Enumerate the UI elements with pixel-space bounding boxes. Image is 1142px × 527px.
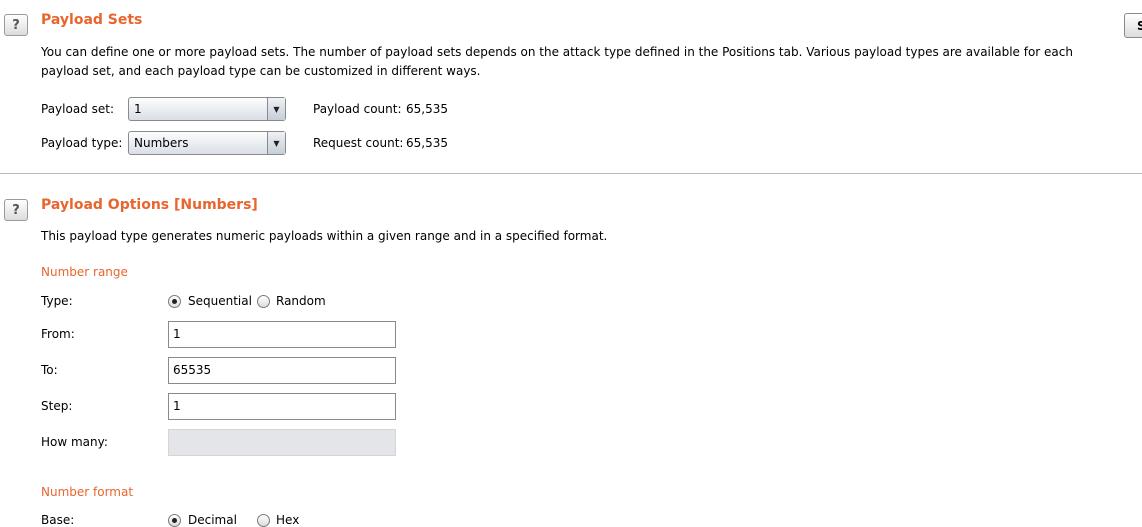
payload-set-select[interactable]: 1 ▼	[128, 97, 286, 121]
step-value: 1	[173, 399, 181, 413]
payload-type-value: Numbers	[134, 136, 189, 150]
step-label: Step:	[41, 399, 73, 413]
random-radio[interactable]	[257, 295, 270, 308]
payload-type-label: Payload type:	[41, 136, 123, 150]
chevron-down-icon: ▼	[267, 98, 285, 120]
to-value: 65535	[173, 363, 212, 377]
payload-set-value: 1	[134, 102, 142, 116]
from-value: 1	[173, 327, 181, 341]
payload-count-label: Payload count:	[313, 102, 402, 116]
payload-set-label: Payload set:	[41, 102, 114, 116]
payload-options-description: This payload type generates numeric payl…	[41, 229, 608, 243]
chevron-down-icon: ▼	[267, 132, 285, 154]
hex-radio-label[interactable]: Hex	[276, 513, 299, 527]
payload-options-help-button[interactable]: ?	[4, 199, 28, 221]
to-field[interactable]: 65535	[168, 357, 396, 384]
payload-options-title: Payload Options [Numbers]	[41, 197, 258, 213]
random-radio-label[interactable]: Random	[276, 294, 326, 308]
how-many-field	[168, 429, 396, 456]
number-format-heading: Number format	[41, 485, 134, 499]
payload-sets-title: Payload Sets	[41, 12, 143, 28]
payload-type-select[interactable]: Numbers ▼	[128, 131, 286, 155]
type-label: Type:	[41, 294, 73, 308]
from-label: From:	[41, 327, 75, 341]
payload-sets-description: You can define one or more payload sets.…	[41, 45, 1073, 78]
how-many-label: How many:	[41, 435, 108, 449]
request-count-value: 65,535	[406, 136, 448, 150]
number-range-heading: Number range	[41, 265, 128, 279]
from-field[interactable]: 1	[168, 321, 396, 348]
request-count-label: Request count:	[313, 136, 404, 150]
to-label: To:	[41, 363, 58, 377]
decimal-radio-label[interactable]: Decimal	[188, 513, 237, 527]
payload-count-value: 65,535	[406, 102, 448, 116]
sequential-radio[interactable]	[168, 295, 181, 308]
start-attack-button[interactable]: S	[1124, 13, 1142, 38]
payload-sets-help-button[interactable]: ?	[4, 14, 28, 36]
base-label: Base:	[41, 513, 75, 527]
section-divider	[0, 173, 1142, 174]
sequential-radio-label[interactable]: Sequential	[188, 294, 252, 308]
step-field[interactable]: 1	[168, 393, 396, 420]
